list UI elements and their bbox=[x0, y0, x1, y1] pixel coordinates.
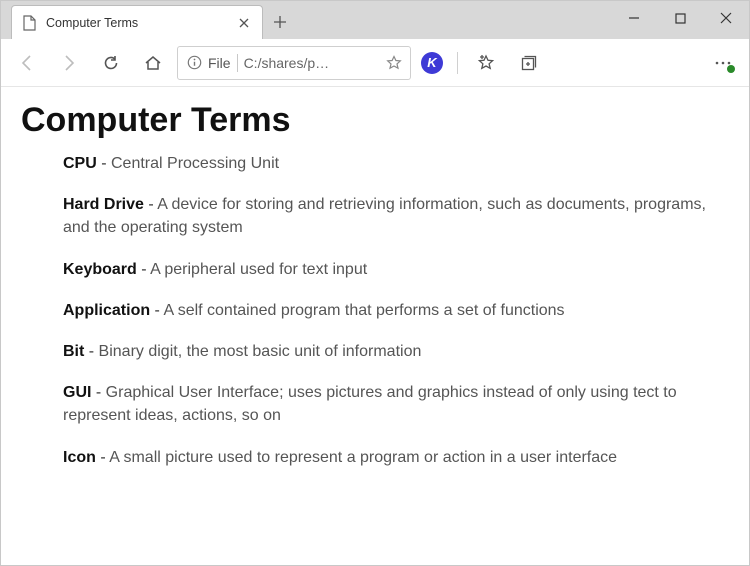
definition-description: A peripheral used for text input bbox=[150, 261, 367, 278]
definition-term: Icon bbox=[63, 449, 96, 466]
definition-term: Application bbox=[63, 302, 150, 319]
settings-more-button[interactable] bbox=[705, 45, 741, 81]
back-button[interactable] bbox=[9, 45, 45, 81]
new-tab-button[interactable] bbox=[263, 5, 297, 39]
titlebar: Computer Terms bbox=[1, 1, 749, 39]
forward-arrow-icon bbox=[60, 54, 78, 72]
page-icon bbox=[22, 15, 36, 31]
definition-description: A small picture used to represent a prog… bbox=[109, 449, 617, 466]
close-icon bbox=[239, 18, 249, 28]
minimize-icon bbox=[628, 12, 640, 24]
definition-term: GUI bbox=[63, 384, 91, 401]
tab-title: Computer Terms bbox=[46, 16, 226, 30]
url-scheme: File bbox=[208, 55, 231, 71]
site-info-button[interactable] bbox=[186, 55, 202, 71]
forward-button[interactable] bbox=[51, 45, 87, 81]
favorites-star-icon bbox=[477, 54, 495, 72]
definition-description: A self contained program that performs a… bbox=[163, 302, 564, 319]
definition-item: GUI - Graphical User Interface; uses pic… bbox=[63, 381, 719, 427]
address-bar[interactable]: File C:/shares/p… bbox=[177, 46, 411, 80]
definition-separator: - bbox=[91, 384, 105, 401]
extension-badge-label: K bbox=[427, 55, 436, 70]
definition-separator: - bbox=[84, 343, 98, 360]
page-content: Computer Terms CPU - Central Processing … bbox=[1, 87, 749, 565]
definition-description: Graphical User Interface; uses pictures … bbox=[63, 384, 677, 424]
minimize-button[interactable] bbox=[611, 3, 657, 33]
favorites-button[interactable] bbox=[468, 45, 504, 81]
refresh-button[interactable] bbox=[93, 45, 129, 81]
url-path: C:/shares/p… bbox=[244, 55, 380, 71]
definition-separator: - bbox=[150, 302, 163, 319]
definition-item: CPU - Central Processing Unit bbox=[63, 152, 719, 175]
toolbar-separator bbox=[457, 52, 458, 74]
window-controls bbox=[611, 1, 749, 39]
definition-description: Central Processing Unit bbox=[111, 155, 279, 172]
definition-term: Hard Drive bbox=[63, 196, 144, 213]
active-tab[interactable]: Computer Terms bbox=[11, 5, 263, 39]
definition-item: Hard Drive - A device for storing and re… bbox=[63, 193, 719, 239]
home-button[interactable] bbox=[135, 45, 171, 81]
star-icon bbox=[386, 55, 402, 71]
definition-term: Bit bbox=[63, 343, 84, 360]
plus-icon bbox=[273, 15, 287, 29]
definition-list: CPU - Central Processing Unit Hard Drive … bbox=[63, 152, 719, 469]
refresh-icon bbox=[102, 54, 120, 72]
definition-description: Binary digit, the most basic unit of inf… bbox=[99, 343, 422, 360]
close-window-button[interactable] bbox=[703, 3, 749, 33]
close-icon bbox=[720, 12, 732, 24]
definition-separator: - bbox=[137, 261, 150, 278]
home-icon bbox=[144, 54, 162, 72]
extension-badge[interactable]: K bbox=[421, 52, 443, 74]
address-divider bbox=[237, 54, 238, 72]
back-arrow-icon bbox=[18, 54, 36, 72]
definition-separator: - bbox=[97, 155, 111, 172]
notification-dot-icon bbox=[727, 65, 735, 73]
definition-item: Keyboard - A peripheral used for text in… bbox=[63, 258, 719, 281]
definition-item: Icon - A small picture used to represent… bbox=[63, 446, 719, 469]
collections-button[interactable] bbox=[510, 45, 546, 81]
tab-close-button[interactable] bbox=[236, 15, 252, 31]
definition-separator: - bbox=[144, 196, 157, 213]
definition-item: Application - A self contained program t… bbox=[63, 299, 719, 322]
toolbar: File C:/shares/p… K bbox=[1, 39, 749, 87]
favorite-button[interactable] bbox=[386, 55, 402, 71]
definition-separator: - bbox=[96, 449, 109, 466]
definition-term: Keyboard bbox=[63, 261, 137, 278]
definition-term: CPU bbox=[63, 155, 97, 172]
maximize-icon bbox=[675, 13, 686, 24]
definition-description: A device for storing and retrieving info… bbox=[63, 196, 706, 236]
collections-icon bbox=[519, 54, 537, 72]
maximize-button[interactable] bbox=[657, 3, 703, 33]
page-title: Computer Terms bbox=[21, 101, 729, 140]
browser-window: Computer Terms bbox=[0, 0, 750, 566]
definition-item: Bit - Binary digit, the most basic unit … bbox=[63, 340, 719, 363]
info-icon bbox=[187, 55, 202, 70]
